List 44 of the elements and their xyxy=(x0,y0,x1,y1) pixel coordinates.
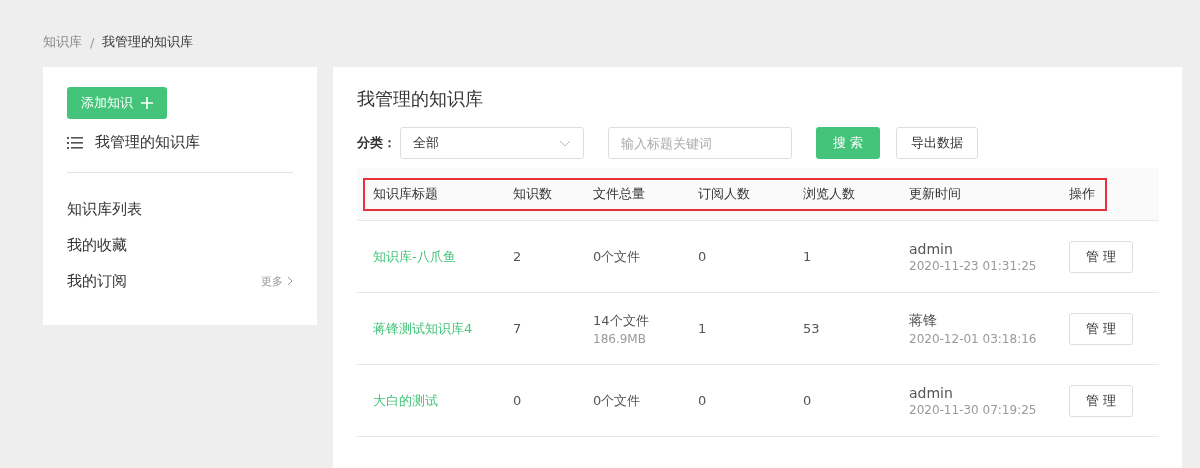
search-field[interactable]: 输入标题关键词 xyxy=(608,127,792,159)
table-cell-text: 0 xyxy=(698,249,708,264)
plus-icon xyxy=(141,97,153,109)
breadcrumb-item: 我管理的知识库 xyxy=(102,33,194,51)
table-cell-text: 53 xyxy=(803,321,821,336)
column-header: 订阅人数 xyxy=(698,185,751,203)
updater-name: 蒋锋 xyxy=(909,311,938,330)
table-cell-text: 0个文件 xyxy=(593,391,642,410)
update-time: 2020-11-23 01:31:25 xyxy=(909,258,1038,273)
breadcrumb-separator: / xyxy=(90,34,95,50)
table-cell-text: 0 xyxy=(698,393,708,408)
table-cell-text: 7 xyxy=(513,321,523,336)
manage-button[interactable]: 管 理 xyxy=(1069,240,1133,273)
filter-label: 分类： xyxy=(357,134,396,152)
column-header: 浏览人数 xyxy=(803,185,856,203)
category-select[interactable]: 全部 xyxy=(400,127,584,159)
table-cell-text: 1 xyxy=(698,321,708,336)
column-header: 知识数 xyxy=(513,185,553,203)
table-cell-text: 14个文件 xyxy=(593,311,650,330)
file-size: 186.9MB xyxy=(593,331,647,346)
sidebar-item[interactable]: 知识库列表 xyxy=(67,199,142,219)
section-title: 我管理的知识库 xyxy=(95,133,200,152)
sidebar-item[interactable]: 我的收藏 xyxy=(67,235,127,255)
table-cell-text: 0 xyxy=(803,393,813,408)
table-cell-text: 0个文件 xyxy=(593,247,642,266)
sidebar-item[interactable]: 我的订阅 xyxy=(67,271,127,291)
page-title: 我管理的知识库 xyxy=(357,87,484,111)
column-header: 操作 xyxy=(1069,185,1096,203)
update-time: 2020-11-30 07:19:25 xyxy=(909,402,1038,417)
chevron-right-icon xyxy=(287,276,293,286)
chevron-down-icon xyxy=(559,139,571,147)
column-header: 知识库标题 xyxy=(373,185,439,203)
manage-button[interactable]: 管 理 xyxy=(1069,384,1133,417)
export-button[interactable]: 导出数据 xyxy=(896,127,978,159)
table-cell-text: 1 xyxy=(803,249,813,264)
list-icon xyxy=(67,136,83,149)
table-cell-text: 0 xyxy=(513,393,523,408)
manage-button[interactable]: 管 理 xyxy=(1069,312,1133,345)
updater-name: admin xyxy=(909,384,954,401)
table-cell-text: 2 xyxy=(513,249,523,264)
column-header: 文件总量 xyxy=(593,185,646,203)
updater-name: admin xyxy=(909,240,954,257)
column-header: 更新时间 xyxy=(909,185,962,203)
update-time: 2020-12-01 03:18:16 xyxy=(909,331,1038,346)
